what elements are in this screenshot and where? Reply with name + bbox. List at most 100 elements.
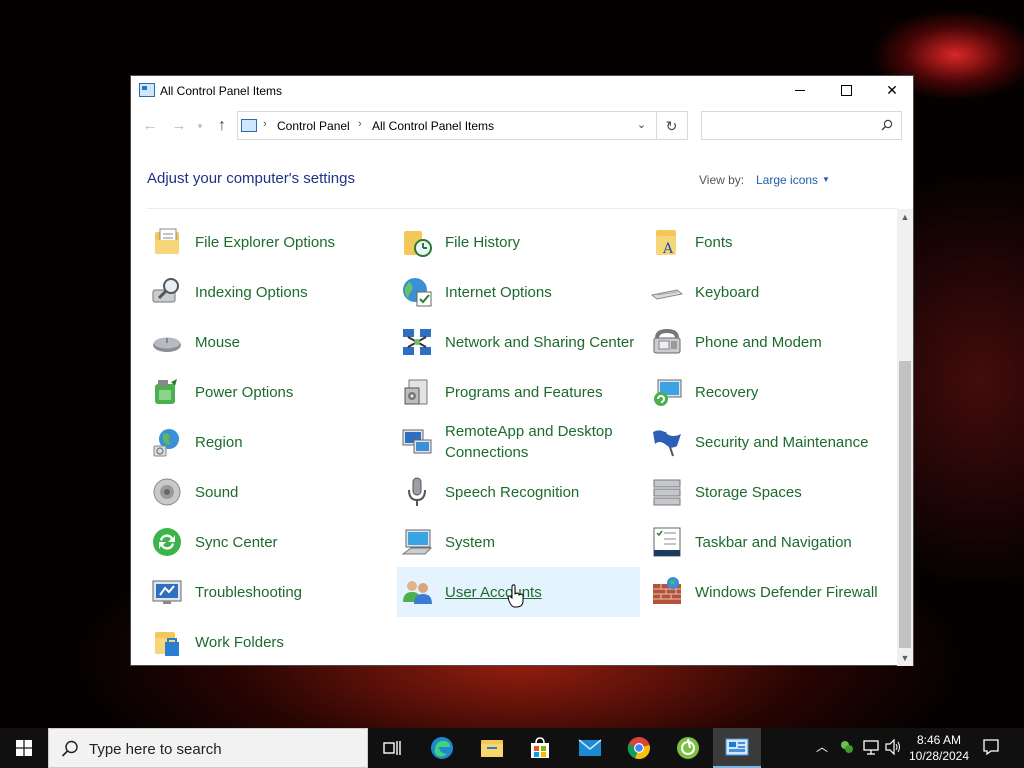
- region-icon: [151, 426, 183, 458]
- chevron-down-icon[interactable]: ▼: [822, 173, 830, 187]
- vertical-scrollbar[interactable]: ▲ ▼: [897, 209, 913, 666]
- firewall-icon: [651, 576, 683, 608]
- sync-icon: [151, 526, 183, 558]
- item-label: Region: [195, 433, 243, 451]
- item-phone-modem[interactable]: Phone and Modem: [647, 317, 890, 367]
- maximize-button[interactable]: [823, 76, 869, 105]
- control-panel-icon: [139, 83, 155, 97]
- power-icon: [151, 376, 183, 408]
- taskbar-search-text: Type here to search: [89, 741, 222, 758]
- system-icon: [401, 526, 433, 558]
- item-system[interactable]: System: [397, 517, 640, 567]
- divider: [147, 208, 897, 209]
- item-sync-center[interactable]: Sync Center: [147, 517, 390, 567]
- breadcrumb-all-items[interactable]: All Control Panel Items: [372, 119, 494, 133]
- up-arrow-icon[interactable]: ↑: [211, 116, 233, 136]
- address-bar[interactable]: › Control Panel › All Control Panel Item…: [237, 111, 657, 140]
- close-button[interactable]: ✕: [869, 76, 915, 105]
- item-indexing-options[interactable]: Indexing Options: [147, 267, 390, 317]
- fonts-icon: A: [651, 226, 683, 258]
- item-recovery[interactable]: Recovery: [647, 367, 890, 417]
- tray-app-icon[interactable]: [838, 738, 856, 756]
- scroll-up-icon[interactable]: ▲: [897, 209, 913, 225]
- title-bar[interactable]: All Control Panel Items ✕: [131, 76, 913, 106]
- item-label: Indexing Options: [195, 283, 308, 301]
- item-security-maintenance[interactable]: Security and Maintenance: [647, 417, 890, 467]
- item-label: Work Folders: [195, 633, 284, 651]
- item-keyboard[interactable]: Keyboard: [647, 267, 890, 317]
- item-label: Phone and Modem: [695, 333, 822, 351]
- search-input[interactable]: [701, 111, 902, 140]
- start-button[interactable]: [0, 728, 48, 768]
- folder-options-icon: [151, 226, 183, 258]
- item-storage-spaces[interactable]: Storage Spaces: [647, 467, 890, 517]
- refresh-button[interactable]: ↻: [656, 111, 688, 140]
- file-history-icon: [401, 226, 433, 258]
- view-by-dropdown[interactable]: Large icons: [756, 173, 818, 187]
- search-icon: [881, 119, 893, 131]
- item-power-options[interactable]: Power Options: [147, 367, 390, 417]
- item-file-history[interactable]: File History: [397, 217, 640, 267]
- scroll-down-icon[interactable]: ▼: [897, 650, 913, 666]
- minimize-button[interactable]: [777, 76, 823, 105]
- back-arrow-icon[interactable]: ←: [139, 116, 161, 136]
- item-network-sharing-center[interactable]: Network and Sharing Center: [397, 317, 640, 367]
- sound-icon: [151, 476, 183, 508]
- item-speech-recognition[interactable]: Speech Recognition: [397, 467, 640, 517]
- item-label: Fonts: [695, 233, 733, 251]
- breadcrumb-control-panel[interactable]: Control Panel: [277, 119, 350, 133]
- windows-logo-icon: [16, 740, 32, 756]
- item-fonts[interactable]: A Fonts: [647, 217, 890, 267]
- item-region[interactable]: Region: [147, 417, 390, 467]
- item-label: Sync Center: [195, 533, 278, 551]
- security-flag-icon: [651, 426, 683, 458]
- storage-icon: [651, 476, 683, 508]
- view-by-label: View by:: [699, 173, 745, 187]
- item-sound[interactable]: Sound: [147, 467, 390, 517]
- mouse-icon: [151, 326, 183, 358]
- item-internet-options[interactable]: Internet Options: [397, 267, 640, 317]
- control-panel-taskbar-icon[interactable]: [713, 728, 761, 768]
- item-remoteapp[interactable]: RemoteApp and Desktop Connections: [397, 417, 640, 467]
- chevron-down-icon[interactable]: ⌄: [628, 112, 655, 139]
- scroll-thumb[interactable]: [899, 361, 911, 648]
- breadcrumb-separator-icon[interactable]: ›: [263, 118, 267, 130]
- item-label: Storage Spaces: [695, 483, 802, 501]
- remoteapp-icon: [401, 426, 433, 458]
- system-clock[interactable]: 8:46 AM 10/28/2024: [906, 732, 972, 764]
- store-icon[interactable]: [516, 728, 564, 768]
- item-label: Internet Options: [445, 283, 552, 301]
- mail-icon[interactable]: [566, 728, 614, 768]
- clock-time: 8:46 AM: [916, 733, 962, 747]
- item-file-explorer-options[interactable]: File Explorer Options: [147, 217, 390, 267]
- control-panel-icon: [241, 119, 257, 132]
- clock-date: 10/28/2024: [908, 749, 970, 763]
- file-explorer-icon[interactable]: [468, 728, 516, 768]
- edge-icon[interactable]: [418, 728, 466, 768]
- item-troubleshooting[interactable]: Troubleshooting: [147, 567, 390, 617]
- item-label: Programs and Features: [445, 383, 603, 401]
- greenshot-icon[interactable]: [664, 728, 712, 768]
- tray-overflow-chevron-icon[interactable]: ︿: [816, 738, 828, 755]
- item-label: RemoteApp and Desktop Connections: [445, 423, 613, 461]
- item-label: Security and Maintenance: [695, 433, 869, 451]
- search-icon: [61, 740, 78, 757]
- forward-arrow-icon[interactable]: →: [168, 116, 190, 136]
- item-mouse[interactable]: Mouse: [147, 317, 390, 367]
- item-programs-features[interactable]: Programs and Features: [397, 367, 640, 417]
- chrome-icon[interactable]: [615, 728, 663, 768]
- volume-icon[interactable]: [884, 739, 902, 755]
- notifications-icon[interactable]: [982, 738, 1000, 756]
- recent-locations-chevron-icon[interactable]: ▾: [193, 116, 207, 136]
- item-taskbar-navigation[interactable]: Taskbar and Navigation: [647, 517, 890, 567]
- recovery-icon: [651, 376, 683, 408]
- network-tray-icon[interactable]: [862, 739, 880, 755]
- page-title: Adjust your computer's settings: [147, 170, 355, 187]
- item-label: Network and Sharing Center: [445, 333, 635, 351]
- item-windows-defender-firewall[interactable]: Windows Defender Firewall: [647, 567, 890, 617]
- task-view-icon[interactable]: [368, 728, 416, 768]
- breadcrumb-separator-icon[interactable]: ›: [358, 118, 362, 130]
- taskbar-search-box[interactable]: Type here to search: [48, 728, 368, 768]
- item-label: Sound: [195, 483, 239, 501]
- item-work-folders[interactable]: Work Folders: [147, 617, 390, 667]
